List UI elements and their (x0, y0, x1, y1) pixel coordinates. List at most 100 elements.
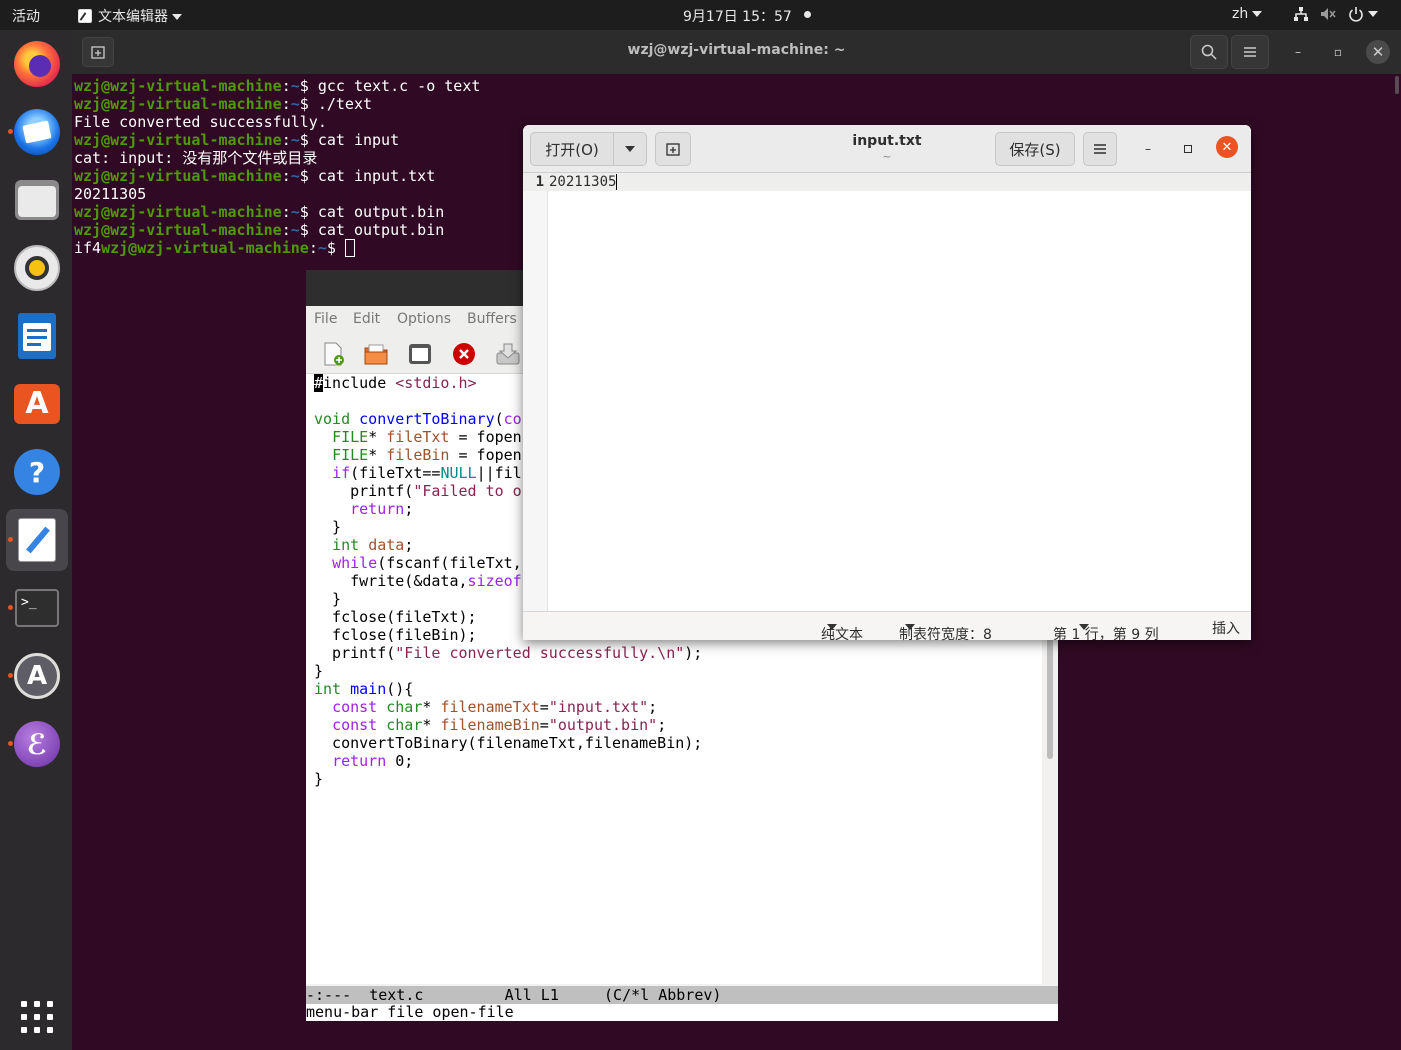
save-button-label: 保存(S) (1009, 140, 1061, 159)
chevron-down-icon (1367, 11, 1378, 17)
system-menu[interactable] (1293, 6, 1378, 22)
app-menu[interactable]: 文本编辑器 (78, 6, 182, 26)
new-tab-button[interactable] (655, 132, 691, 166)
input-method-menu[interactable]: zh (1232, 6, 1263, 22)
ubuntu-software-icon: A (14, 384, 60, 424)
document-content[interactable]: 20211305 (549, 173, 618, 191)
maximize-button[interactable] (1176, 137, 1200, 161)
maximize-button[interactable]: ▫ (1326, 40, 1350, 64)
dock-terminal[interactable]: >_ (6, 577, 68, 639)
close-button[interactable]: ✕ (1216, 136, 1238, 158)
open-recent-dropdown[interactable] (613, 132, 647, 166)
emacs-minibuffer[interactable]: menu-bar file open-file (306, 1004, 1058, 1021)
prompt-separator: : (281, 203, 291, 221)
running-indicator (8, 741, 13, 746)
open-button[interactable]: 打开(O) (530, 132, 614, 166)
running-indicator (8, 673, 13, 678)
menu-buffers[interactable]: Buffers (467, 311, 517, 327)
show-applications-button[interactable] (20, 1000, 54, 1034)
prompt-separator: : (281, 95, 291, 113)
menu-button[interactable] (1083, 132, 1117, 166)
minimize-button[interactable]: – (1286, 40, 1310, 64)
dock: A ? >_ A ℰ (0, 30, 72, 1050)
prompt-path: ~ (290, 167, 300, 185)
new-file-icon[interactable] (320, 341, 346, 367)
rhythmbox-icon (14, 245, 60, 291)
gedit-headerbar[interactable]: 打开(O) input.txt ~ 保存(S) – ✕ (523, 125, 1251, 173)
top-bar: 活动 文本编辑器 9月17日 15：57 zh (0, 0, 1401, 30)
menu-options[interactable]: Options (397, 311, 451, 327)
dock-thunderbird[interactable] (6, 101, 68, 163)
search-icon (1201, 44, 1217, 60)
volume-muted-icon (1321, 8, 1337, 20)
terminal-output[interactable]: wzj@wzj-virtual-machine:~$ gcc text.c -o… (74, 77, 480, 257)
prompt-path: ~ (290, 95, 300, 113)
chevron-down-icon (827, 624, 837, 630)
app-menu-label: 文本编辑器 (98, 9, 168, 25)
dock-emacs[interactable]: ℰ (6, 713, 68, 775)
running-indicator (8, 537, 13, 542)
dock-firefox[interactable] (6, 33, 68, 95)
minimize-icon: – (1145, 142, 1151, 156)
dock-help[interactable]: ? (6, 441, 68, 503)
open-folder-icon[interactable] (363, 341, 389, 367)
minimize-icon: – (1295, 45, 1301, 59)
menu-edit[interactable]: Edit (353, 311, 380, 327)
dock-software-updater[interactable]: A (6, 645, 68, 707)
terminal-current-line[interactable]: if4wzj@wzj-virtual-machine:~$ (74, 239, 480, 257)
dock-ubuntu-software[interactable]: A (6, 373, 68, 435)
command-text: $ ./text (299, 95, 373, 113)
text-editor-icon (18, 518, 56, 562)
terminal-cursor (344, 239, 355, 257)
thunderbird-icon (14, 109, 60, 155)
terminal-header: wzj@wzj-virtual-machine: ~ – ▫ ✕ (72, 30, 1401, 74)
prompt-path: ~ (290, 77, 300, 95)
gedit-window[interactable]: 打开(O) input.txt ~ 保存(S) – ✕ 1 20211305 纯… (523, 125, 1251, 643)
search-button[interactable] (1190, 35, 1228, 69)
prompt-symbol: $ (326, 239, 345, 257)
dock-libreoffice-writer[interactable] (6, 305, 68, 367)
dock-files[interactable] (6, 169, 68, 231)
terminal-command-line: wzj@wzj-virtual-machine:~$ cat input (74, 131, 480, 149)
save-button[interactable]: 保存(S) (995, 132, 1075, 166)
dock-text-editor[interactable] (6, 509, 68, 571)
insert-mode-indicator[interactable]: 插入 (1212, 618, 1240, 638)
prompt-separator: : (308, 239, 318, 257)
terminal-scrollbar[interactable] (1395, 76, 1399, 94)
text-editor-icon (78, 9, 92, 23)
text-cursor (616, 174, 618, 190)
terminal-command-line: wzj@wzj-virtual-machine:~$ cat output.bi… (74, 203, 480, 221)
terminal-command-line: wzj@wzj-virtual-machine:~$ cat output.bi… (74, 221, 480, 239)
new-tab-icon (666, 143, 680, 156)
download-icon[interactable] (495, 341, 521, 367)
prompt-user: wzj@wzj-virtual-machine (74, 77, 282, 95)
document-path: ~ (882, 150, 892, 163)
emacs-icon: ℰ (14, 721, 60, 767)
minimize-button[interactable]: – (1136, 137, 1160, 161)
command-text: $ gcc text.c -o text (299, 77, 481, 95)
activities-button[interactable]: 活动 (12, 6, 40, 26)
menu-file[interactable]: File (314, 311, 337, 327)
prompt-user: wzj@wzj-virtual-machine (74, 131, 282, 149)
scrollbar-thumb[interactable] (1047, 624, 1053, 759)
clock[interactable]: 9月17日 15：57 (683, 6, 792, 26)
close-icon: ✕ (1221, 140, 1233, 155)
menu-button[interactable] (1231, 35, 1269, 69)
terminal-command-line: wzj@wzj-virtual-machine:~$ gcc text.c -o… (74, 77, 480, 95)
files-icon (15, 180, 59, 220)
prompt-separator: : (281, 221, 291, 239)
document-title: input.txt (852, 133, 922, 149)
chevron-down-icon (625, 146, 635, 152)
writer-icon (18, 313, 56, 359)
prompt-separator: : (281, 167, 291, 185)
output-text: cat: input: 没有那个文件或目录 (74, 149, 318, 167)
close-buffer-icon[interactable] (451, 341, 477, 367)
gedit-text-area[interactable]: 1 20211305 (523, 173, 1251, 611)
gedit-statusbar: 纯文本 制表符宽度：8 第 1 行，第 9 列 插入 (523, 611, 1251, 643)
prompt-path: ~ (290, 221, 300, 239)
save-window-icon[interactable] (407, 341, 433, 367)
close-button[interactable]: ✕ (1366, 40, 1390, 64)
dock-rhythmbox[interactable] (6, 237, 68, 299)
document-text: 20211305 (549, 174, 617, 190)
chevron-down-icon (1079, 624, 1089, 630)
